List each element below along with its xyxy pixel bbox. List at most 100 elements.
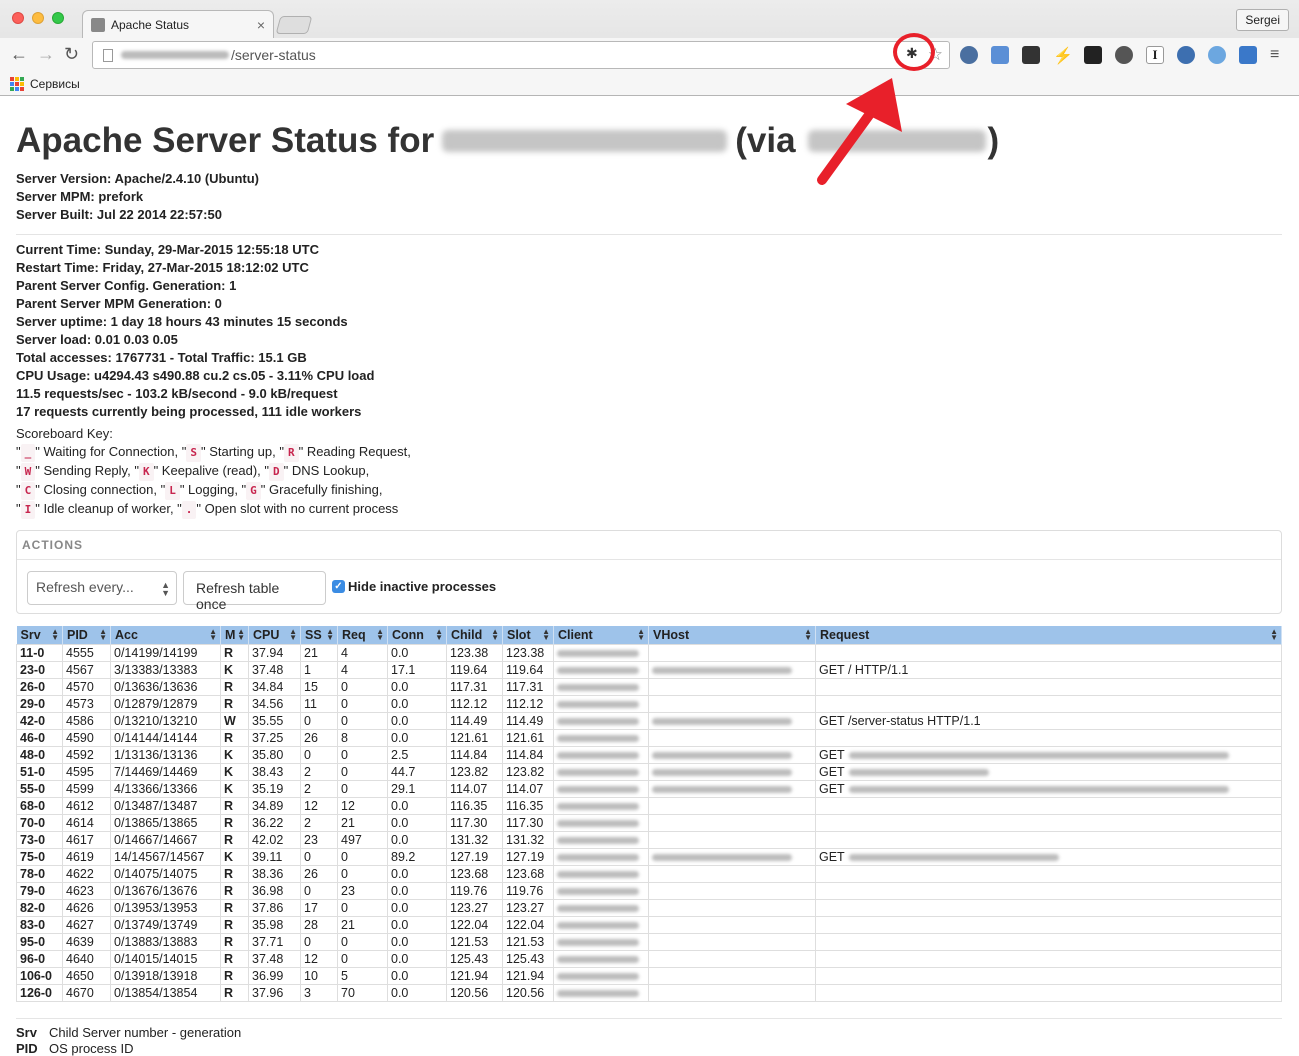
column-header-conn[interactable]: Conn ▲ ▼ [387, 626, 447, 644]
download-extension-icon[interactable] [1239, 46, 1257, 64]
column-header-label: Slot [507, 627, 531, 642]
column-header-slot[interactable]: Slot ▲ ▼ [502, 626, 554, 644]
refresh-interval-select[interactable]: Refresh every... ▲ ▼ [27, 571, 177, 605]
tab-close-icon[interactable]: × [257, 17, 265, 33]
legend-row: PID OS process ID [16, 1041, 1282, 1056]
vhost-redacted [652, 785, 792, 793]
cell-cpu: 37.96 [248, 983, 301, 1002]
request-url-redacted [848, 853, 1059, 861]
scoreboard-desc: Starting up, [209, 444, 276, 459]
page-icon [103, 48, 113, 62]
column-header-request[interactable]: Request ▲ ▼ [815, 626, 1282, 644]
apps-grid-icon[interactable] [10, 76, 24, 91]
bookmark-services[interactable]: Сервисы [30, 77, 80, 91]
cell-acc: 0/12879/12879 [110, 694, 221, 713]
cell-ss: 0 [300, 711, 338, 730]
cell-srv: 70-0 [16, 813, 63, 832]
cell-request: GET / HTTP/1.1 [815, 660, 1282, 679]
cell-vhost [648, 932, 816, 951]
cell-slot: 123.27 [502, 898, 554, 917]
annotation-circle [893, 33, 935, 71]
translate-extension-icon[interactable] [991, 46, 1009, 64]
column-header-pid[interactable]: PID ▲ ▼ [62, 626, 111, 644]
column-header-req[interactable]: Req ▲ ▼ [337, 626, 388, 644]
reload-icon[interactable]: ↻ [64, 44, 79, 65]
client-redacted [557, 904, 639, 912]
legend-key: PID [16, 1040, 38, 1056]
client-redacted [557, 700, 639, 708]
table-row: 42-0 4586 0/13210/13210 W 35.55 0 0 0.0 114.49 11… [16, 711, 1282, 730]
close-window-button[interactable] [12, 12, 24, 24]
profile-button[interactable]: Sergei [1236, 9, 1289, 31]
column-header-acc[interactable]: Acc ▲ ▼ [110, 626, 221, 644]
vhost-redacted [652, 666, 792, 674]
tab-apache-status[interactable]: Apache Status × [82, 10, 274, 38]
cell-srv: 126-0 [16, 983, 63, 1002]
scoreboard-desc: Closing connection, [43, 482, 157, 497]
cell-slot: 131.32 [502, 830, 554, 849]
scoreboard-desc: Logging, [188, 482, 238, 497]
lightning-extension-icon[interactable]: ⚡ [1053, 46, 1073, 65]
zoom-window-button[interactable] [52, 12, 64, 24]
server-version: Server Version: Apache/2.4.10 (Ubuntu) [16, 171, 259, 186]
column-header-ss[interactable]: SS ▲ ▼ [300, 626, 338, 644]
table-row: 95-0 4639 0/13883/13883 R 37.71 0 0 0.0 121.53 12… [16, 932, 1282, 951]
client-redacted [557, 734, 639, 742]
globe-extension-icon[interactable] [960, 46, 978, 64]
cell-client [553, 779, 649, 798]
cell-request [815, 796, 1282, 815]
terminal-extension-icon[interactable] [1084, 46, 1102, 64]
cell-slot: 117.30 [502, 813, 554, 832]
legend-key: Srv [16, 1024, 37, 1040]
cell-pid: 4595 [62, 762, 111, 781]
table-row: 55-0 4599 4/13366/13366 K 35.19 2 0 29.1 114.07 1… [16, 779, 1282, 798]
instapaper-extension-icon[interactable]: I [1146, 46, 1164, 64]
forward-arrow-icon[interactable]: → [37, 44, 55, 65]
minimize-window-button[interactable] [32, 12, 44, 24]
evernote-extension-icon[interactable] [1115, 46, 1133, 64]
cell-request [815, 983, 1282, 1002]
glasses-extension-icon[interactable] [1022, 46, 1040, 64]
cell-vhost [648, 864, 816, 883]
cell-srv: 95-0 [16, 932, 63, 951]
menu-icon[interactable]: ≡ [1270, 46, 1288, 64]
cell-vhost [648, 677, 816, 696]
hide-inactive-checkbox[interactable]: ✓ Hide inactive processes [332, 579, 496, 594]
column-header-cpu[interactable]: CPU ▲ ▼ [248, 626, 301, 644]
cell-child: 114.07 [446, 779, 503, 798]
checkbox-checked-icon[interactable]: ✓ [332, 580, 345, 593]
v-extension-icon[interactable] [1208, 46, 1226, 64]
cell-m: R [220, 813, 249, 832]
scoreboard-code: . [181, 501, 197, 519]
cell-m: K [220, 745, 249, 764]
scoreboard-key-title: Scoreboard Key: [16, 426, 113, 441]
cell-conn: 29.1 [387, 779, 447, 798]
cell-slot: 114.84 [502, 745, 554, 764]
column-header-m[interactable]: M ▲ ▼ [220, 626, 249, 644]
column-header-srv[interactable]: Srv ▲ ▼ [16, 626, 63, 644]
cell-acc: 4/13366/13366 [110, 779, 221, 798]
cell-cpu: 35.19 [248, 779, 301, 798]
address-bar[interactable]: /server-status ☆ [92, 41, 950, 69]
column-header-vhost[interactable]: VHost ▲ ▼ [648, 626, 816, 644]
scoreboard-code: R [283, 444, 299, 462]
refresh-once-button[interactable]: Refresh table once [183, 571, 326, 612]
cell-request [815, 728, 1282, 747]
cell-req: 12 [337, 796, 388, 815]
cell-conn: 0.0 [387, 813, 447, 832]
scoreboard-row: " _ " Waiting for Connection, " S " Starting… [16, 443, 1282, 462]
back-arrow-icon[interactable]: ← [10, 44, 28, 65]
table-header-row: Srv ▲ ▼ PID ▲ ▼ Acc ▲ ▼ M ▲ ▼ CPU ▲ ▼ SS ▲ ▼ Req ▲ ▼ Conn ▲ ▼ Ch… [16, 626, 1282, 644]
cell-acc: 7/14469/14469 [110, 762, 221, 781]
cell-ss: 10 [300, 966, 338, 985]
cell-vhost [648, 898, 816, 917]
table-row: 11-0 4555 0/14199/14199 R 37.94 21 4 0.0 123.38 1… [16, 643, 1282, 662]
world-extension-icon[interactable] [1177, 46, 1195, 64]
column-header-child[interactable]: Child ▲ ▼ [446, 626, 503, 644]
cell-srv: 68-0 [16, 796, 63, 815]
cell-client [553, 813, 649, 832]
cell-slot: 116.35 [502, 796, 554, 815]
column-header-client[interactable]: Client ▲ ▼ [553, 626, 649, 644]
server-built: Server Built: Jul 22 2014 22:57:50 [16, 207, 222, 222]
new-tab-button[interactable] [275, 16, 313, 34]
